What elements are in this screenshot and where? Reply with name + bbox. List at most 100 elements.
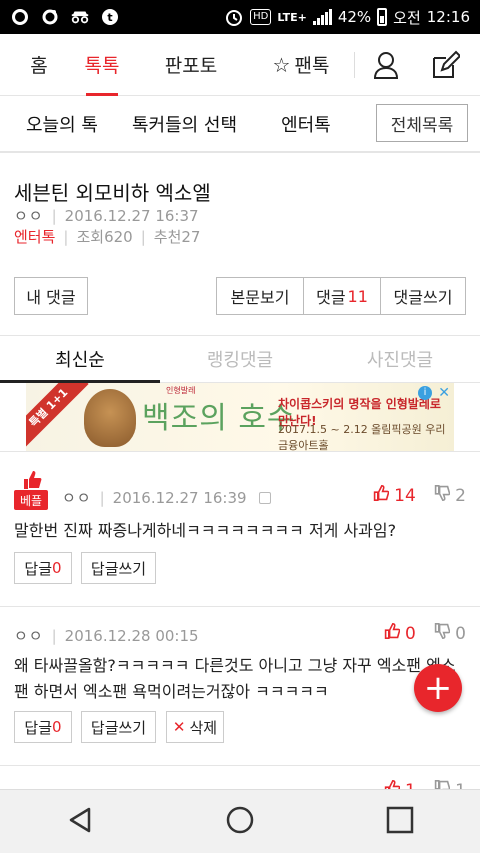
my-comments-button[interactable]: 내 댓글 (14, 277, 88, 315)
thumbs-down-icon (434, 485, 451, 502)
delete-x-icon: ✕ (172, 718, 186, 736)
comment-text: 왜 타싸끌올함?ㅋㅋㅋㅋㅋ 다른것도 아니고 그냥 자꾸 엑소팬 엑소팬 하면서… (14, 656, 456, 701)
post-stats: 엔터톡 | 조회620 | 추천27 (14, 226, 200, 247)
tab-panphoto-label: 판포토 (164, 55, 218, 77)
svg-text:t: t (107, 11, 112, 24)
upvote-button[interactable]: 14 (373, 484, 416, 506)
meta-divider: | (140, 227, 146, 246)
subnav-tokker-choice[interactable]: 톡커들의 선택 (132, 111, 237, 137)
tab-home[interactable]: 홈 (0, 34, 78, 96)
downvote-count: 2 (455, 486, 466, 506)
tab-home-label: 홈 (30, 55, 48, 77)
comments-label: 댓글 (316, 288, 346, 307)
comments-count: 11 (347, 286, 368, 306)
subnav-today-tok[interactable]: 오늘의 톡 (26, 111, 98, 137)
tab-toktok-label: 톡톡 (84, 55, 120, 77)
ad-info-icon[interactable]: i (418, 386, 432, 400)
comment-datetime: 2016.12.27 16:39 (112, 488, 247, 507)
comment-tabs: 최신순 랭킹댓글 사진댓글 (0, 335, 480, 383)
comment-votes: 14 2 (373, 484, 466, 506)
write-comment-button[interactable]: 댓글쓰기 (380, 277, 466, 315)
post-meta: ㅇㅇ | 2016.12.27 16:37 (14, 205, 199, 226)
clock: 12:16 (426, 8, 470, 26)
status-bar: t HD LTE+ 42% 오전 12:16 (0, 0, 480, 34)
user-icon[interactable] (355, 34, 417, 96)
downvote-count: 0 (455, 624, 466, 644)
post-header: 세븐틴 외모비하 엑소엘 ㅇㅇ | 2016.12.27 16:37 엔터톡 |… (0, 152, 480, 334)
ad-details: 2017.1.5 ~ 2.12 올림픽공원 우리금융아트홀 (278, 423, 446, 451)
upvote-button[interactable]: 0 (384, 622, 416, 644)
post-title: 세븐틴 외모비하 엑소엘 (14, 181, 211, 205)
write-reply-button[interactable]: 답글쓰기 (81, 711, 156, 743)
meta-divider: | (99, 488, 105, 507)
meta-divider: | (63, 227, 69, 246)
downvote-button[interactable]: 2 (434, 485, 466, 506)
ad-brand: 백조의 호수 (142, 401, 296, 436)
ad-ribbon: 특별 1+1 (26, 383, 89, 448)
upvote-count: 14 (394, 486, 416, 506)
downvote-button[interactable]: 0 (434, 623, 466, 644)
floating-add-button[interactable]: + (414, 664, 462, 712)
tab-fantok-label: 팬톡 (294, 55, 330, 77)
reply-label: 답글 (24, 718, 53, 737)
comment-meta: ㅇㅇ | 2016.12.28 00:15 (14, 625, 199, 646)
sub-nav: 오늘의 톡 톡커들의 선택 엔터톡 전체목록 (0, 96, 480, 152)
tab-ranking[interactable]: 랭킹댓글 (160, 336, 320, 382)
comment-item: 베플 ㅇㅇ | 2016.12.27 16:39 14 2 말한번 진짜 짜증나… (0, 452, 480, 606)
tab-fantok[interactable]: ☆ 팬톡 (256, 34, 346, 96)
comment-datetime: 2016.12.28 00:15 (64, 626, 199, 645)
post-views: 조회620 (76, 228, 133, 246)
alarm-icon (224, 7, 244, 27)
system-nav-bar (0, 789, 480, 853)
view-post-button[interactable]: 본문보기 (216, 277, 304, 315)
top-nav: 홈 톡톡 판포토 ☆ 팬톡 (0, 34, 480, 96)
comment-item: ㅇㅇ | 2016.12.28 00:15 0 0 왜 타싸끌올함?ㅋㅋㅋㅋㅋ … (0, 607, 480, 765)
tab-latest[interactable]: 최신순 (0, 336, 160, 383)
meta-divider: | (51, 206, 57, 225)
comment-item: 1 1 (0, 766, 480, 790)
delete-button[interactable]: ✕ 삭제 (166, 711, 224, 743)
reply-count: 0 (52, 718, 62, 736)
post-category[interactable]: 엔터톡 (14, 226, 55, 247)
subnav-entertok[interactable]: 엔터톡 (281, 111, 331, 137)
badge-app-icon: t (100, 7, 120, 27)
back-icon[interactable] (65, 805, 95, 839)
write-reply-button[interactable]: 답글쓰기 (81, 552, 156, 584)
time-period: 오전 (393, 8, 421, 27)
comment-author: ㅇㅇ (14, 627, 44, 645)
full-list-button[interactable]: 전체목록 (376, 104, 468, 142)
best-badge: 베플 (14, 490, 48, 510)
reply-count-button[interactable]: 답글 0 (14, 552, 72, 584)
upvote-count: 0 (404, 624, 416, 644)
thumbs-up-icon (384, 622, 400, 639)
q-app-icon (40, 7, 60, 27)
lte-icon: LTE+ (277, 10, 307, 24)
lock-icon (258, 491, 271, 504)
ad-banner[interactable]: 특별 1+1 인형발레 백조의 호수 차이콥스키의 명작을 인형발레로 만난다!… (26, 383, 454, 451)
tab-photo[interactable]: 사진댓글 (320, 336, 480, 382)
star-icon: ☆ (272, 52, 291, 77)
comment-text: 말한번 진짜 짜증나게하네ㅋㅋㅋㅋㅋㅋㅋㅋ 저게 사과임? (14, 521, 397, 540)
battery-icon (377, 8, 388, 26)
comment-meta: ㅇㅇ | 2016.12.27 16:39 (62, 487, 271, 508)
post-author: ㅇㅇ (14, 207, 44, 225)
tab-toktok[interactable]: 톡톡 (78, 34, 126, 96)
post-datetime: 2016.12.27 16:37 (64, 206, 199, 225)
home-icon[interactable] (225, 805, 255, 839)
meta-divider: | (51, 626, 57, 645)
thumbs-down-icon (434, 623, 451, 640)
reply-count-button[interactable]: 답글 0 (14, 711, 72, 743)
teddy-bear-image (84, 389, 136, 447)
thumbs-up-icon (373, 484, 390, 501)
battery-percent: 42% (337, 8, 372, 26)
ad-close-icon[interactable]: ✕ (438, 385, 450, 401)
delete-label: 삭제 (189, 718, 218, 737)
signal-icon (312, 9, 332, 25)
tab-panphoto[interactable]: 판포토 (126, 34, 256, 96)
comments-count-button[interactable]: 댓글 11 (303, 277, 381, 315)
recents-icon[interactable] (385, 805, 415, 839)
glasses-icon (70, 7, 90, 27)
write-icon[interactable] (417, 34, 473, 96)
reply-count: 0 (52, 559, 62, 577)
post-recommend: 추천27 (153, 228, 201, 246)
